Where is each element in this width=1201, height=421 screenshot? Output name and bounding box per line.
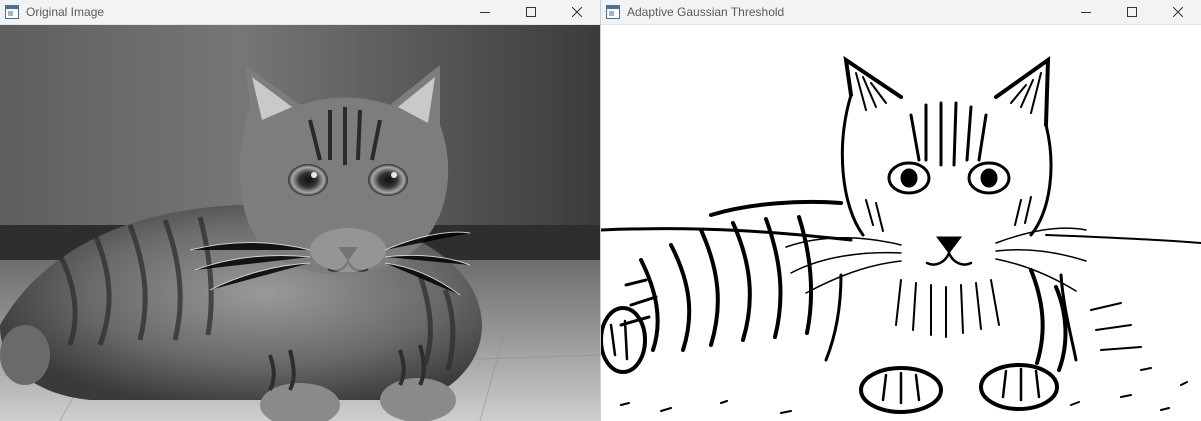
close-button[interactable] [1155, 0, 1201, 25]
close-icon [572, 7, 582, 17]
maximize-icon [526, 7, 536, 17]
close-icon [1173, 7, 1183, 17]
grayscale-cat-photo [0, 25, 600, 421]
binary-threshold-cat-image [601, 25, 1201, 421]
app-window-icon [605, 4, 621, 20]
image-viewport [0, 25, 600, 421]
original-image-window: Original Image [0, 0, 600, 421]
minimize-icon [1081, 12, 1091, 13]
window-title: Original Image [26, 5, 105, 19]
maximize-button[interactable] [508, 0, 554, 25]
app-window-icon [4, 4, 20, 20]
window-controls [462, 0, 600, 25]
desktop: Original Image Adaptive Gaussian Thresho… [0, 0, 1201, 421]
maximize-icon [1127, 7, 1137, 17]
minimize-icon [480, 12, 490, 13]
titlebar[interactable]: Adaptive Gaussian Threshold [601, 0, 1201, 25]
adaptive-threshold-window: Adaptive Gaussian Threshold [600, 0, 1201, 421]
maximize-button[interactable] [1109, 0, 1155, 25]
window-title: Adaptive Gaussian Threshold [627, 5, 785, 19]
titlebar[interactable]: Original Image [0, 0, 600, 25]
image-viewport [601, 25, 1201, 421]
minimize-button[interactable] [1063, 0, 1109, 25]
close-button[interactable] [554, 0, 600, 25]
minimize-button[interactable] [462, 0, 508, 25]
window-controls [1063, 0, 1201, 25]
